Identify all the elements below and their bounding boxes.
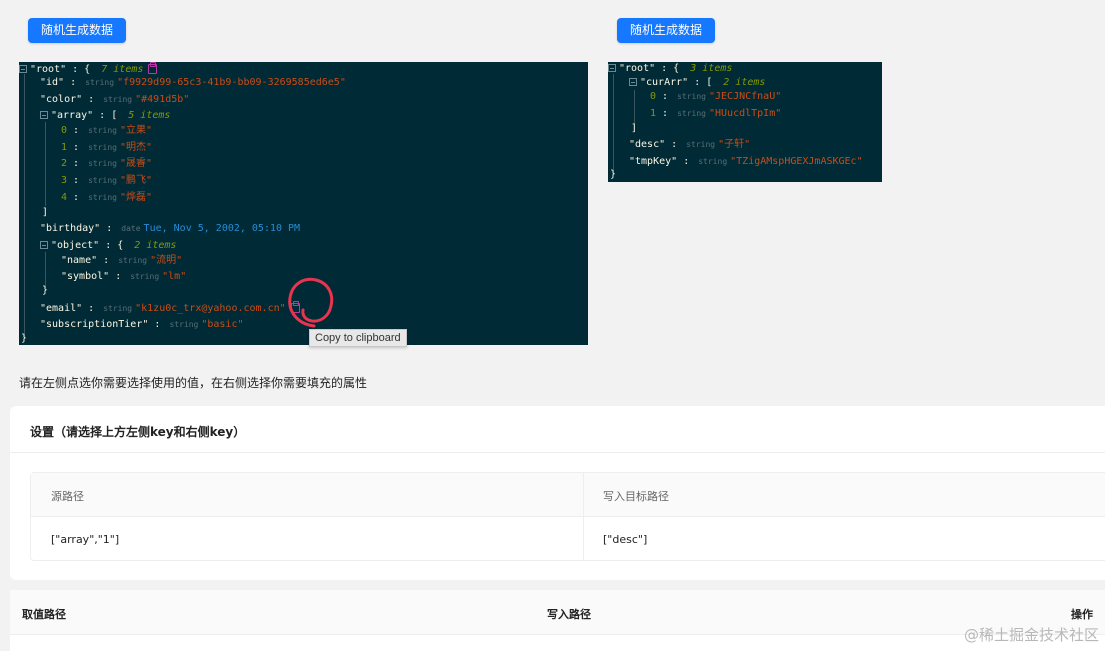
source-path-value: ["array","1"] — [51, 533, 120, 546]
json-root-line[interactable]: "root" : { 3 items — [608, 62, 732, 75]
json-row-curarr[interactable]: "curArr" : [ 2 items — [629, 76, 765, 89]
json-array-item[interactable]: 0 : string "JECJNCfnaU" — [650, 90, 781, 103]
json-row-tmpkey[interactable]: "tmpKey" : string "TZigAMspHGEXJmASKGEc" — [629, 155, 863, 168]
collapse-icon[interactable] — [629, 78, 637, 86]
copy-tooltip: Copy to clipboard — [309, 329, 407, 347]
generate-random-data-button-left[interactable]: 随机生成数据 — [28, 18, 127, 43]
json-array-item[interactable]: 3 : string "鹏飞" — [61, 174, 152, 187]
json-row-color[interactable]: "color" : string "#491d5b" — [40, 93, 189, 106]
table-header: 源路径 写入目标路径 — [31, 473, 1105, 517]
column-divider — [583, 473, 584, 560]
json-row-email[interactable]: "email" : string "k1zu0c_trx@yahoo.com.cn… — [40, 301, 300, 315]
json-array-item[interactable]: 1 : string "明杰" — [61, 141, 152, 154]
json-row-birthday[interactable]: "birthday" : date Tue, Nov 5, 2002, 05:10… — [40, 222, 300, 235]
json-row-desc[interactable]: "desc" : string "子轩" — [629, 138, 750, 151]
json-array-item[interactable]: 1 : string "HUucdlTpIm" — [650, 107, 781, 120]
json-brace-close: } — [42, 285, 49, 296]
mapping-table: 源路径 写入目标路径 ["array","1"] ["desc"] — [30, 472, 1105, 561]
json-row-subscription-tier[interactable]: "subscriptionTier" : string "basic" — [40, 318, 244, 331]
collapse-icon[interactable] — [608, 64, 616, 72]
json-bracket-close: ] — [42, 207, 49, 218]
watermark: @稀土掘金技术社区 — [963, 626, 1099, 644]
column-header-source: 源路径 — [51, 490, 84, 503]
target-path-value: ["desc"] — [603, 533, 648, 546]
clipboard-icon[interactable] — [148, 62, 158, 74]
column-header-action: 操作 — [1071, 608, 1093, 621]
settings-card: 设置（请选择上方左侧key和右侧key） 源路径 写入目标路径 ["array"… — [10, 406, 1105, 580]
json-bracket-close: ] — [631, 123, 638, 134]
collapse-icon[interactable] — [40, 111, 48, 119]
json-array-item[interactable]: 0 : string "立果" — [61, 124, 152, 137]
json-row-object[interactable]: "object" : { 2 items — [40, 239, 176, 252]
divider — [10, 452, 1105, 453]
target-json-viewer: "root" : { 3 items "curArr" : [ 2 items … — [608, 62, 882, 182]
collapse-icon[interactable] — [19, 65, 27, 73]
mapping-list-table: 取值路径 写入路径 操作 — [10, 590, 1105, 651]
json-row-id[interactable]: "id" : string "f9929d99-65c3-41b9-bb09-32… — [40, 76, 346, 89]
json-array-item[interactable]: 2 : string "晟睿" — [61, 157, 152, 170]
column-header-target: 写入目标路径 — [603, 490, 669, 503]
json-array-item[interactable]: 4 : string "烨磊" — [61, 191, 152, 204]
collapse-icon[interactable] — [40, 241, 48, 249]
column-header-take-path: 取值路径 — [22, 608, 66, 621]
red-annotation-circle — [288, 277, 334, 328]
generate-random-data-button-right[interactable]: 随机生成数据 — [617, 18, 716, 43]
json-row-array[interactable]: "array" : [ 5 items — [40, 109, 170, 122]
json-row-name[interactable]: "name" : string "流明" — [61, 254, 182, 267]
instruction-text: 请在左侧点选你需要选择使用的值，在右侧选择你需要填充的属性 — [19, 376, 368, 390]
column-header-write-path: 写入路径 — [547, 608, 591, 621]
table-header: 取值路径 写入路径 操作 — [10, 590, 1105, 635]
json-root-line[interactable]: "root" : { 7 items — [19, 62, 158, 76]
json-row-symbol[interactable]: "symbol" : string "lm" — [61, 270, 186, 283]
settings-title: 设置（请选择上方左侧key和右侧key） — [30, 425, 246, 439]
json-root-close: } — [21, 333, 28, 344]
json-root-close: } — [610, 169, 617, 180]
